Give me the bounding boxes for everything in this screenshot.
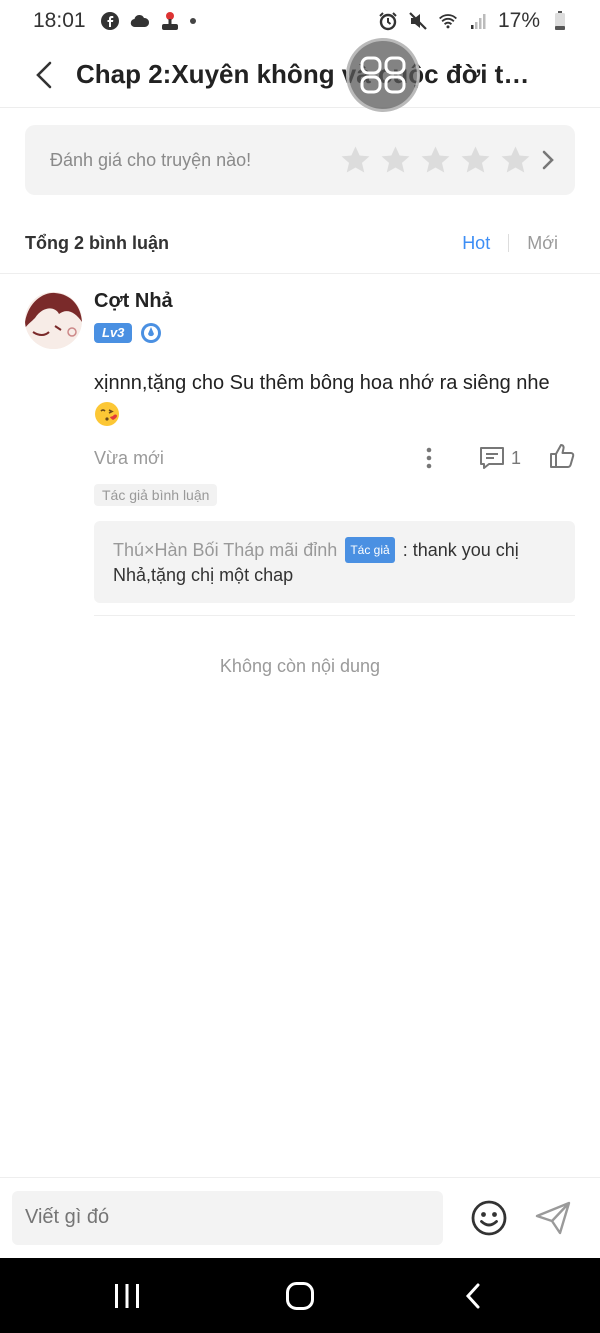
author-comment-tag: Tác giả bình luận <box>94 484 218 506</box>
more-options-icon[interactable] <box>419 447 439 469</box>
wifi-icon <box>438 11 458 31</box>
battery-icon <box>550 11 570 31</box>
total-comments: Tổng 2 bình luận <box>25 232 169 253</box>
like-icon[interactable] <box>549 443 575 474</box>
rating-box[interactable]: Đánh giá cho truyện nào! <box>25 125 575 195</box>
system-icons: 17% <box>378 9 570 33</box>
emoji-picker-icon[interactable] <box>469 1198 509 1238</box>
send-icon[interactable] <box>533 1198 573 1238</box>
comments-summary: Tổng 2 bình luận Hot Mới <box>25 222 575 264</box>
kiss-emoji-icon <box>95 401 119 426</box>
star-icon[interactable] <box>460 145 491 175</box>
section-divider <box>0 273 600 274</box>
status-bar: 18:01 17% <box>0 0 600 42</box>
comment-meta: Vừa mới 1 <box>94 440 575 476</box>
no-more-content: Không còn nội dung <box>219 656 381 676</box>
home-icon[interactable] <box>270 1266 330 1326</box>
comment-icon <box>479 447 504 469</box>
star-icon[interactable] <box>380 145 411 175</box>
reply-button[interactable]: 1 <box>479 446 521 470</box>
sort-new-tab[interactable]: Mới <box>527 233 558 254</box>
back-nav-icon[interactable] <box>443 1266 503 1326</box>
notification-icons <box>100 11 196 31</box>
author-tag: Tác giả <box>345 537 395 563</box>
sort-tabs: Hot Mới <box>462 233 575 254</box>
vip-badge-icon <box>141 323 162 343</box>
status-time: 18:01 <box>33 9 86 32</box>
star-icon[interactable] <box>420 145 451 175</box>
back-button[interactable] <box>14 45 74 105</box>
comment-body: Cợt Nhả Lv3 xịnnn,tặng cho Su thêm bông … <box>94 290 575 616</box>
comment-actions: 1 <box>419 443 575 474</box>
star-icon[interactable] <box>340 145 371 175</box>
signal-icon <box>468 11 488 31</box>
star-icon[interactable] <box>500 145 531 175</box>
rating-stars[interactable] <box>340 145 531 175</box>
system-navigation-bar <box>0 1258 600 1333</box>
floating-bubble-icon <box>360 56 406 94</box>
mute-icon <box>408 11 428 31</box>
more-notifications-dot <box>189 18 196 24</box>
chevron-right-icon[interactable] <box>541 149 555 171</box>
comment-text: xịnnn,tặng cho Su thêm bông hoa nhớ ra s… <box>94 368 575 428</box>
comment-time: Vừa mới <box>94 447 164 468</box>
cloud-icon <box>130 11 150 31</box>
recent-apps-icon[interactable] <box>97 1266 157 1326</box>
reply-author-name[interactable]: Thú×Hàn Bối Tháp mãi đỉnh <box>113 540 337 560</box>
avatar[interactable] <box>25 292 82 349</box>
page-title: Chap 2:Xuyên không và cuộc đời tà... <box>76 59 536 89</box>
rating-prompt: Đánh giá cho truyện nào! <box>50 149 252 170</box>
sort-hot-tab[interactable]: Hot <box>462 233 490 254</box>
chevron-left-icon <box>36 61 52 88</box>
comment-input[interactable] <box>12 1190 443 1245</box>
comment-input-bar <box>0 1177 600 1257</box>
battery-percent: 17% <box>497 9 540 32</box>
reply-box[interactable]: Thú×Hàn Bối Tháp mãi đỉnh Tác giả : than… <box>94 521 575 603</box>
alarm-icon <box>378 11 398 31</box>
comment-username[interactable]: Cợt Nhả <box>94 290 575 313</box>
facebook-icon <box>100 11 120 31</box>
level-badge: Lv3 <box>94 323 133 343</box>
header-bar: Chap 2:Xuyên không và cuộc đời tà... <box>0 42 600 108</box>
reply-count: 1 <box>510 447 521 468</box>
sort-divider <box>508 234 510 252</box>
comment-divider <box>94 615 575 616</box>
comment-text-content: xịnnn,tặng cho Su thêm bông hoa nhớ ra s… <box>94 372 550 394</box>
floating-assistant-button[interactable] <box>346 38 420 112</box>
game-icon <box>160 11 180 31</box>
user-badges: Lv3 <box>94 322 575 344</box>
